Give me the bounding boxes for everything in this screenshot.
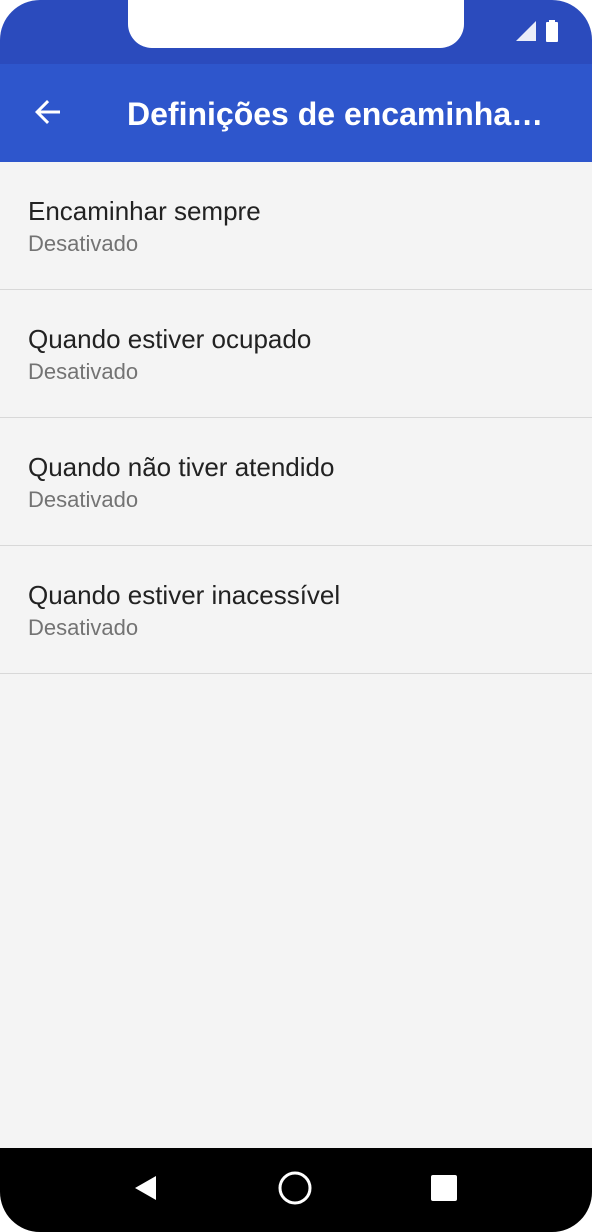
signal-icon — [516, 21, 536, 46]
nav-back-button[interactable] — [122, 1166, 170, 1214]
back-button[interactable] — [22, 88, 74, 140]
status-bar — [0, 0, 592, 64]
arrow-back-icon — [32, 96, 64, 133]
status-icons — [516, 20, 558, 47]
nav-recents-button[interactable] — [420, 1166, 468, 1214]
call-forwarding-settings-list: Encaminhar sempre Desativado Quando esti… — [0, 162, 592, 674]
setting-forward-always[interactable]: Encaminhar sempre Desativado — [0, 162, 592, 290]
setting-forward-when-unreachable[interactable]: Quando estiver inacessível Desativado — [0, 546, 592, 674]
app-bar: Definições de encaminha… — [0, 64, 592, 162]
battery-icon — [546, 20, 558, 47]
setting-forward-when-busy[interactable]: Quando estiver ocupado Desativado — [0, 290, 592, 418]
setting-forward-when-unanswered[interactable]: Quando não tiver atendido Desativado — [0, 418, 592, 546]
nav-home-button[interactable] — [271, 1166, 319, 1214]
setting-summary: Desativado — [28, 231, 139, 256]
nav-recents-icon — [430, 1174, 458, 1207]
setting-title: Quando estiver inacessível — [28, 580, 341, 610]
setting-title: Quando estiver ocupado — [28, 324, 312, 354]
setting-title: Quando não tiver atendido — [28, 452, 335, 482]
setting-title: Encaminhar sempre — [28, 196, 261, 226]
phone-screen: Definições de encaminha… Encaminhar semp… — [0, 0, 592, 1232]
setting-summary: Desativado — [28, 487, 139, 512]
display-notch — [128, 0, 464, 48]
nav-home-icon — [277, 1170, 313, 1211]
nav-back-icon — [132, 1174, 160, 1207]
page-title: Definições de encaminha… — [127, 96, 544, 132]
setting-summary: Desativado — [28, 359, 139, 384]
setting-summary: Desativado — [28, 615, 139, 640]
navigation-bar — [0, 1148, 592, 1232]
